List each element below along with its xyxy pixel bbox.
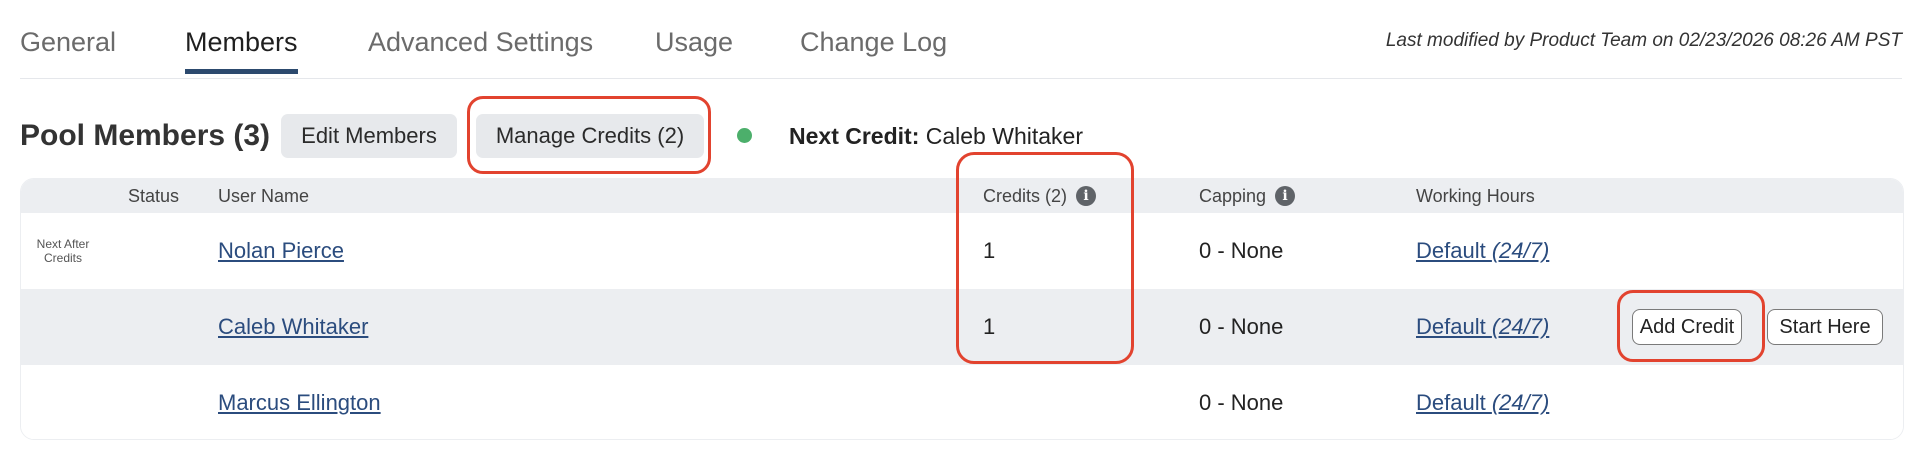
edit-members-button[interactable]: Edit Members [281, 114, 457, 158]
credits-cell: 1 [983, 238, 996, 263]
tab-change-log[interactable]: Change Log [800, 20, 947, 64]
working-hours-prefix: Default [1416, 314, 1492, 339]
tab-advanced-settings[interactable]: Advanced Settings [368, 20, 593, 64]
manage-credits-button[interactable]: Manage Credits (2) [476, 114, 704, 158]
info-icon[interactable]: i [1275, 186, 1296, 206]
table-row: Caleb Whitaker 1 0 - None Default (24/7)… [21, 289, 1903, 365]
column-status: Status [128, 186, 180, 206]
working-hours-suffix: (24/7) [1491, 390, 1550, 415]
table-row: Next After Credits Nolan Pierce 1 0 - No… [21, 213, 1903, 289]
credits-cell: 1 [983, 314, 996, 339]
info-icon[interactable]: i [1076, 186, 1097, 206]
working-hours-cell: Default (24/7) [1416, 213, 1549, 289]
user-name-link[interactable]: Nolan Pierce [218, 238, 344, 264]
tab-general[interactable]: General [20, 20, 116, 64]
working-hours-suffix: (24/7) [1491, 314, 1550, 339]
working-hours-cell: Default (24/7) [1416, 289, 1549, 365]
status-dot-icon [737, 128, 752, 143]
column-capping-label: Capping [1199, 186, 1267, 206]
tab-bar: General Members Advanced Settings Usage … [20, 0, 1902, 79]
user-name-cell: Nolan Pierce [218, 213, 344, 289]
column-capping: Capping i [1199, 185, 1296, 207]
tab-usage[interactable]: Usage [655, 20, 733, 64]
members-table: Status User Name Credits (2) i Capping i… [20, 178, 1904, 440]
working-hours-link[interactable]: Default (24/7) [1416, 314, 1549, 340]
add-credit-button[interactable]: Add Credit [1632, 309, 1742, 345]
next-credit: Next Credit: Caleb Whitaker [789, 120, 1083, 152]
column-credits-label: Credits (2) [983, 186, 1068, 206]
table-row: Marcus Ellington 0 - None Default (24/7) [21, 365, 1903, 439]
working-hours-cell: Default (24/7) [1416, 365, 1549, 439]
column-user-name: User Name [218, 186, 310, 206]
capping-cell: 0 - None [1199, 390, 1284, 415]
next-credit-value: Caleb Whitaker [925, 123, 1083, 149]
working-hours-link[interactable]: Default (24/7) [1416, 238, 1549, 264]
last-modified-text: Last modified by Product Team on 02/23/2… [1385, 30, 1902, 51]
working-hours-suffix: (24/7) [1491, 238, 1550, 263]
column-working-hours: Working Hours [1416, 186, 1535, 206]
status-note: Next After Credits [36, 237, 90, 265]
tab-members[interactable]: Members [185, 20, 298, 74]
working-hours-prefix: Default [1416, 238, 1492, 263]
user-name-cell: Marcus Ellington [218, 365, 381, 439]
capping-cell: 0 - None [1199, 314, 1284, 339]
user-name-link[interactable]: Caleb Whitaker [218, 314, 368, 340]
user-name-cell: Caleb Whitaker [218, 289, 368, 365]
user-name-link[interactable]: Marcus Ellington [218, 390, 381, 416]
working-hours-prefix: Default [1416, 390, 1492, 415]
pool-members-title: Pool Members (3) [20, 119, 271, 152]
start-here-button[interactable]: Start Here [1767, 309, 1883, 345]
working-hours-link[interactable]: Default (24/7) [1416, 390, 1549, 416]
next-credit-label: Next Credit: [789, 123, 920, 149]
column-credits: Credits (2) i [983, 185, 1097, 207]
table-header: Status User Name Credits (2) i Capping i… [21, 179, 1903, 213]
capping-cell: 0 - None [1199, 238, 1284, 263]
